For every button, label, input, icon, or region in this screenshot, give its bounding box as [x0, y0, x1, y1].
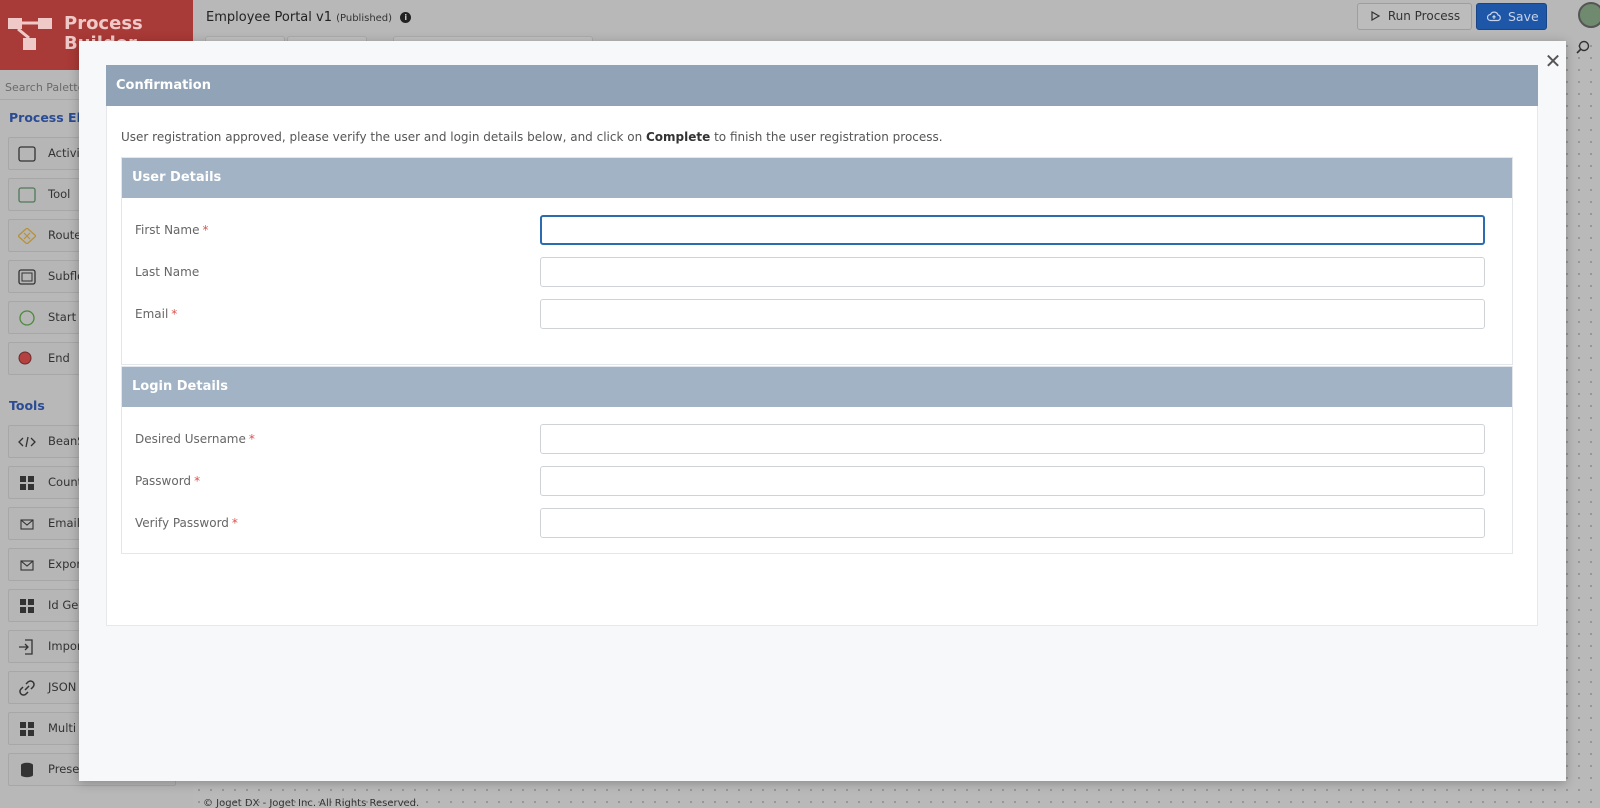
email-label: Email *	[135, 307, 178, 321]
route-icon	[18, 228, 36, 244]
process-builder-logo-icon	[8, 18, 52, 50]
username-row: Desired Username *	[122, 424, 1512, 454]
intro-text-part: to finish the user registration process.	[710, 130, 943, 144]
intro-text: User registration approved, please verif…	[121, 130, 943, 144]
zoom-icon[interactable]	[1576, 40, 1590, 54]
start-icon	[19, 310, 35, 326]
grid-icon	[20, 599, 34, 613]
intro-text-bold: Complete	[646, 130, 711, 144]
tools-title: Tools	[9, 398, 45, 413]
last-name-row: Last Name	[122, 257, 1512, 287]
first-name-input[interactable]	[540, 215, 1485, 245]
avatar[interactable]	[1578, 2, 1600, 28]
close-icon: ✕	[1544, 49, 1562, 73]
activity-icon	[18, 146, 36, 162]
subflow-icon	[18, 269, 36, 285]
last-name-label: Last Name	[135, 265, 200, 279]
grid-icon	[20, 722, 34, 736]
run-process-label: Run Process	[1387, 9, 1461, 23]
form-body: User registration approved, please verif…	[106, 106, 1538, 626]
palette-item-label: Route	[48, 228, 82, 242]
verify-password-row: Verify Password *	[122, 508, 1512, 538]
last-name-input[interactable]	[540, 257, 1485, 287]
login-details-section: Login Details Desired Username * Password…	[121, 366, 1513, 554]
intro-text-part: User registration approved, please verif…	[121, 130, 646, 144]
code-icon	[18, 436, 36, 448]
palette-item-label: JSON	[48, 680, 77, 694]
first-name-label: First Name *	[135, 223, 209, 237]
run-process-button[interactable]: Run Process	[1357, 3, 1472, 30]
save-label: Save	[1507, 9, 1539, 24]
app-title: Employee Portal v1 (Published) i	[206, 10, 412, 25]
confirmation-modal: ✕ Confirmation User registration approve…	[79, 41, 1566, 781]
password-row: Password *	[122, 466, 1512, 496]
palette-item-label: Start	[48, 310, 77, 324]
palette-item-label: End	[48, 351, 70, 365]
database-icon	[21, 762, 33, 778]
email-row: Email *	[122, 299, 1512, 329]
import-icon	[19, 639, 33, 655]
published-status: (Published)	[336, 13, 393, 24]
end-icon	[18, 351, 32, 365]
username-label: Desired Username *	[135, 432, 255, 446]
grid-icon	[20, 476, 34, 490]
username-input[interactable]	[540, 424, 1485, 454]
palette-item-label: Email	[48, 516, 80, 530]
login-details-title: Login Details	[122, 367, 1512, 407]
palette-item-label: Tool	[48, 187, 71, 201]
save-button[interactable]: Save	[1476, 3, 1547, 30]
app-name: Employee Portal v1	[206, 10, 332, 25]
close-button[interactable]: ✕	[1544, 51, 1562, 71]
top-bar: Employee Portal v1 (Published) i Run Pro…	[193, 0, 1600, 42]
tool-icon	[18, 187, 36, 203]
user-details-title: User Details	[122, 158, 1512, 198]
password-label: Password *	[135, 474, 201, 488]
password-input[interactable]	[540, 466, 1485, 496]
play-icon	[1371, 10, 1381, 22]
cloud-upload-icon	[1486, 11, 1501, 22]
first-name-row: First Name *	[122, 215, 1512, 245]
email-input[interactable]	[540, 299, 1485, 329]
footer-copyright: © Joget DX - Joget Inc. All Rights Reser…	[203, 798, 420, 808]
user-details-section: User Details First Name * Last Name Email…	[121, 157, 1513, 365]
link-icon	[19, 680, 35, 696]
info-icon[interactable]: i	[400, 12, 412, 23]
confirmation-header: Confirmation	[106, 65, 1538, 106]
email-icon	[20, 560, 34, 571]
email-icon	[20, 519, 34, 530]
palette-item-label: Count	[48, 475, 83, 489]
verify-password-label: Verify Password *	[135, 516, 238, 530]
verify-password-input[interactable]	[540, 508, 1485, 538]
